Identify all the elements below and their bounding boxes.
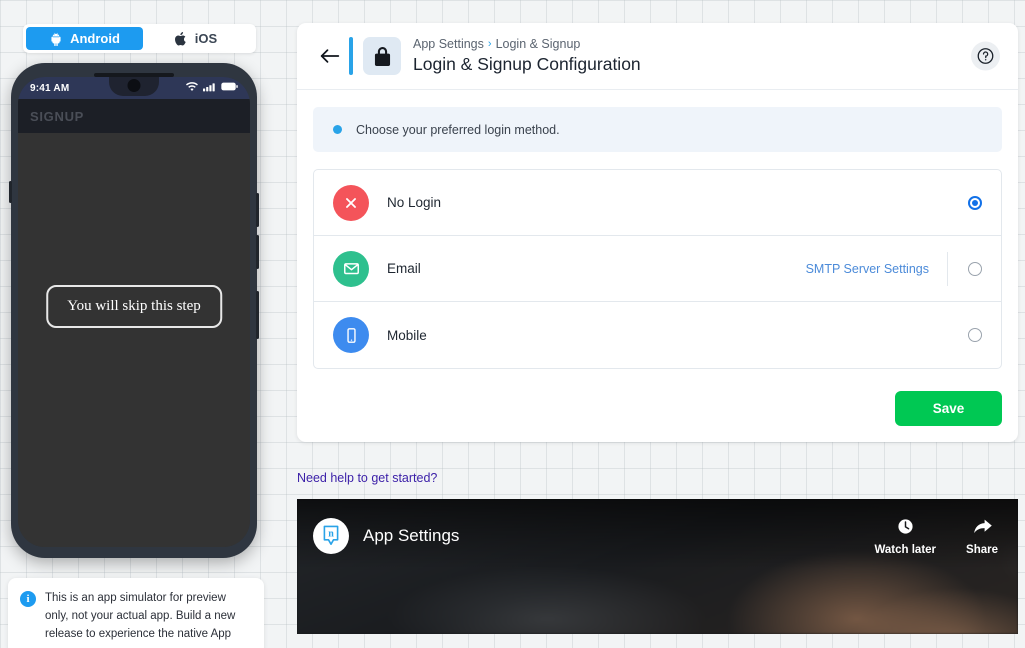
watch-later-label: Watch later [874, 543, 937, 556]
phone-simulator: 9:41 AM SIGNUP You will skip this step [9, 63, 259, 558]
option-label-email: Email [387, 261, 421, 276]
page-title: Login & Signup Configuration [413, 54, 641, 74]
header-texts: App Settings › Login & Signup Login & Si… [413, 37, 641, 75]
share-label: Share [966, 543, 998, 556]
smtp-server-settings-link[interactable]: SMTP Server Settings [806, 262, 929, 276]
breadcrumb: App Settings › Login & Signup [413, 37, 641, 51]
login-method-options: No Login Email SMTP Server Settings Mobi… [313, 169, 1002, 369]
main-content: App Settings › Login & Signup Login & Si… [297, 23, 1018, 634]
svg-text:n: n [328, 529, 334, 540]
need-help-link[interactable]: Need help to get started? [297, 471, 437, 485]
simulator-note: i This is an app simulator for preview o… [8, 578, 264, 648]
video-title[interactable]: App Settings [363, 526, 844, 546]
app-screen-body: You will skip this step [18, 133, 250, 547]
wifi-icon [186, 81, 198, 95]
info-icon: i [20, 591, 36, 607]
question-mark-icon[interactable] [971, 41, 1000, 71]
skip-step-label: You will skip this step [67, 298, 201, 314]
battery-icon [221, 82, 238, 94]
info-banner-text: Choose your preferred login method. [356, 122, 560, 137]
skip-step-button[interactable]: You will skip this step [46, 285, 222, 328]
phone-status-bar: 9:41 AM [18, 77, 250, 99]
radio-email[interactable] [968, 261, 982, 276]
phone-power-button[interactable] [256, 291, 259, 339]
close-circle-icon [333, 184, 369, 221]
clock-icon [896, 517, 915, 539]
youtube-video-embed[interactable]: n App Settings Watch later Share [297, 499, 1018, 634]
back-arrow-icon[interactable] [315, 41, 345, 71]
phone-notch [109, 77, 159, 96]
breadcrumb-separator-icon: › [487, 38, 492, 50]
option-label-no-login: No Login [387, 195, 442, 210]
radio-mobile[interactable] [968, 328, 982, 342]
option-row-mobile[interactable]: Mobile [314, 302, 1001, 368]
card-header: App Settings › Login & Signup Login & Si… [297, 23, 1018, 90]
header-accent-bar [349, 37, 353, 75]
share-arrow-icon [972, 517, 993, 539]
platform-toggle: Android iOS [23, 24, 256, 53]
apple-icon [174, 31, 188, 47]
platform-tab-ios[interactable]: iOS [143, 27, 248, 50]
platform-tab-android[interactable]: Android [26, 27, 143, 50]
option-row-no-login[interactable]: No Login [314, 170, 1001, 236]
cellular-signal-icon [203, 82, 216, 95]
phone-volume-up-button[interactable] [256, 193, 259, 227]
option-row-email[interactable]: Email SMTP Server Settings [314, 236, 1001, 302]
app-screen-header: SIGNUP [18, 99, 250, 133]
platform-tab-android-label: Android [70, 31, 120, 46]
radio-no-login[interactable] [968, 195, 982, 210]
channel-avatar[interactable]: n [313, 518, 349, 554]
mobile-phone-icon [333, 317, 369, 353]
share-button[interactable]: Share [966, 517, 998, 556]
phone-volume-down-button[interactable] [256, 235, 259, 269]
save-row: Save [313, 391, 1002, 426]
phone-screen: 9:41 AM SIGNUP You will skip this step [18, 77, 250, 547]
bullet-dot-icon [333, 125, 342, 134]
android-icon [49, 32, 63, 46]
video-header: n App Settings Watch later Share [297, 499, 1018, 573]
login-signup-config-card: App Settings › Login & Signup Login & Si… [297, 23, 1018, 442]
breadcrumb-current[interactable]: Login & Signup [496, 37, 581, 51]
simulator-note-text: This is an app simulator for preview onl… [45, 592, 236, 640]
help-link-row: Need help to get started? [297, 469, 1018, 487]
watch-later-button[interactable]: Watch later [874, 517, 936, 556]
info-banner: Choose your preferred login method. [313, 107, 1002, 152]
status-bar-time: 9:41 AM [30, 82, 70, 94]
app-screen-title: SIGNUP [30, 108, 85, 124]
option-label-mobile: Mobile [387, 327, 427, 343]
save-button[interactable]: Save [895, 391, 1002, 426]
status-bar-icons [186, 77, 238, 99]
phone-mute-button[interactable] [9, 181, 12, 203]
breadcrumb-parent[interactable]: App Settings [413, 37, 484, 51]
lock-icon [363, 37, 401, 75]
option-divider [947, 251, 948, 286]
simulator-pane: Android iOS 9:41 AM SIGNUP You will skip… [0, 0, 283, 648]
envelope-icon [333, 250, 369, 287]
card-body: Choose your preferred login method. No L… [297, 90, 1018, 442]
phone-front-camera [127, 79, 141, 92]
platform-tab-ios-label: iOS [194, 31, 218, 46]
